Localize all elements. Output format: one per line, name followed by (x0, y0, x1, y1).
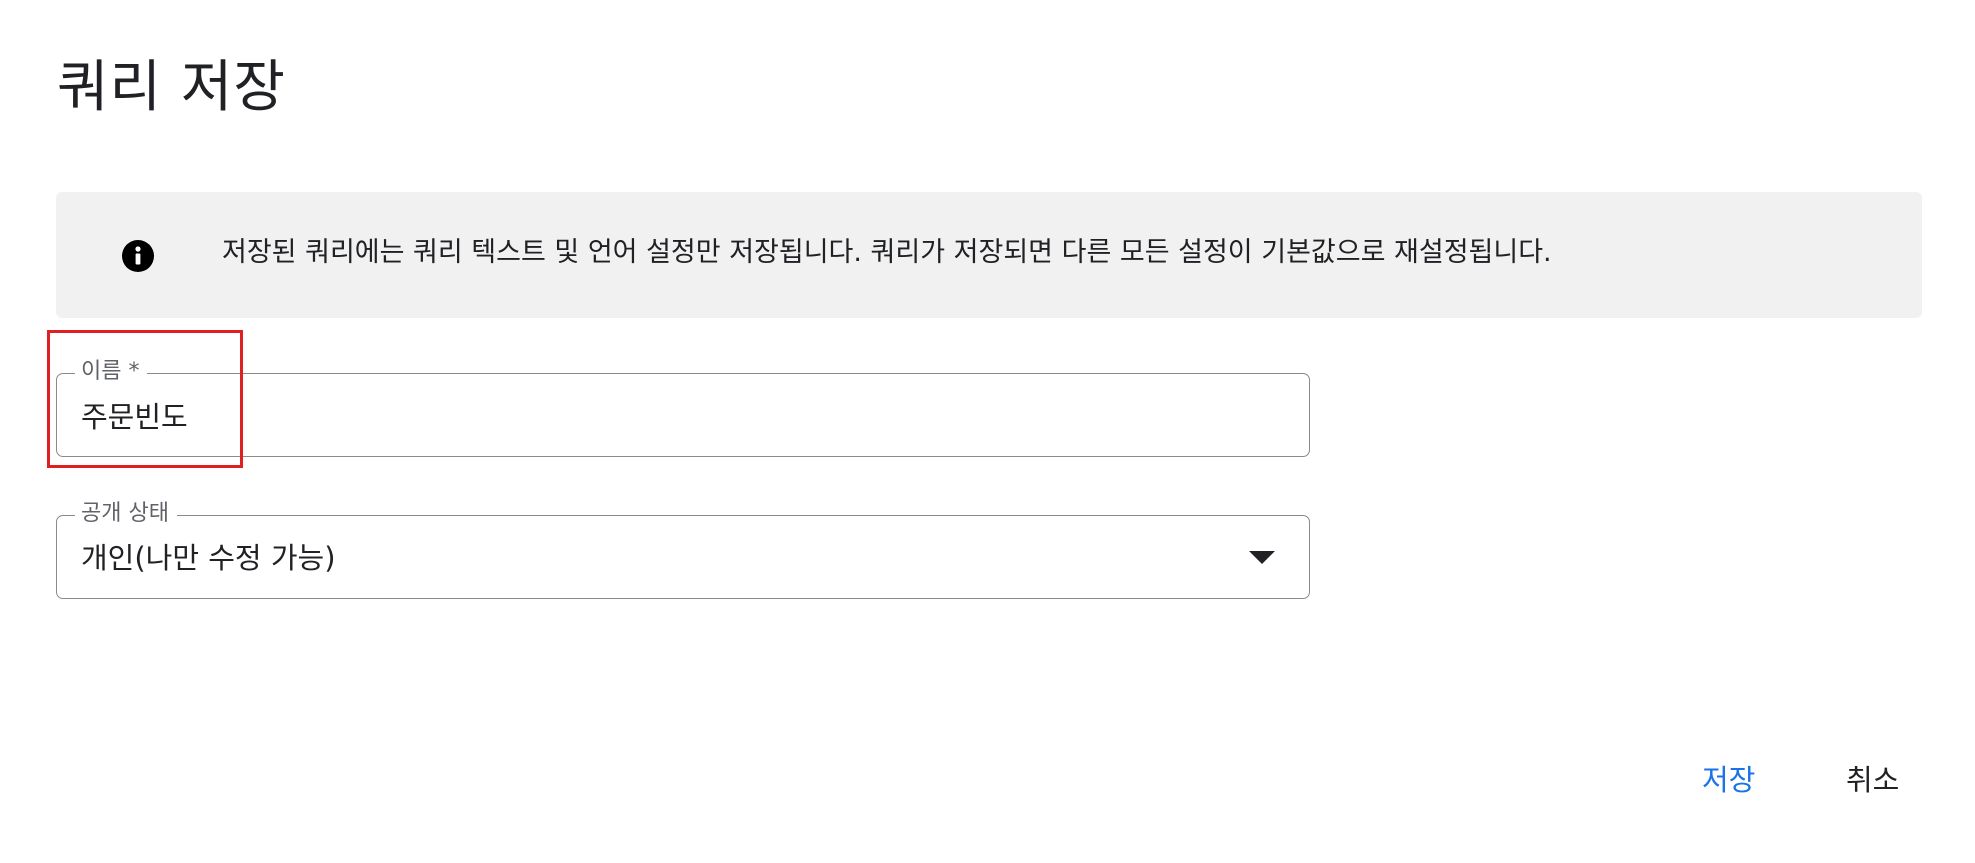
name-field[interactable]: 이름 * (56, 355, 1310, 457)
info-banner-message: 저장된 쿼리에는 쿼리 텍스트 및 언어 설정만 저장됩니다. 쿼리가 저장되면… (222, 237, 1552, 268)
cancel-button[interactable]: 취소 (1832, 756, 1913, 804)
name-input[interactable] (79, 394, 1233, 436)
visibility-field-label: 공개 상태 (75, 497, 177, 531)
dropdown-arrow-icon[interactable] (1249, 551, 1275, 564)
info-icon (122, 240, 154, 272)
name-field-label: 이름 * (75, 355, 148, 389)
save-button[interactable]: 저장 (1688, 756, 1769, 804)
dialog-title: 쿼리 저장 (57, 55, 286, 120)
visibility-select[interactable]: 공개 상태 개인(나만 수정 가능) (56, 497, 1310, 599)
visibility-selected-value: 개인(나만 수정 가능) (81, 541, 336, 575)
